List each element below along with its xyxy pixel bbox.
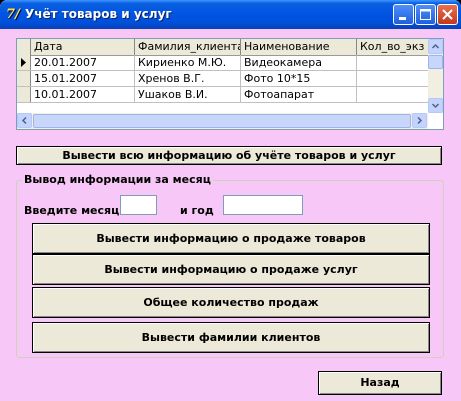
table-row[interactable]: 15.01.2007 Хренов В.Г. Фото 10*15 <box>17 71 428 87</box>
minimize-icon <box>399 17 406 20</box>
year-label: и год <box>180 204 214 217</box>
horizontal-scrollbar[interactable] <box>17 113 428 129</box>
row-indicator <box>17 55 31 70</box>
row-indicator <box>17 71 31 86</box>
scroll-down-button[interactable] <box>428 98 443 113</box>
maximize-button[interactable] <box>415 4 436 25</box>
back-button[interactable]: Назад <box>318 371 442 395</box>
window-title: Учёт товаров и услуг <box>25 7 172 21</box>
grid-header: Дата Фамилия_клиента Наименование Кол_во… <box>17 39 428 56</box>
table-row[interactable]: 20.01.2007 Кириенко М.Ю. Видеокамера <box>17 55 428 71</box>
month-label: Введите месяц <box>24 204 120 217</box>
cell-name[interactable]: Фотоапарат <box>241 87 357 102</box>
show-all-info-button[interactable]: Вывести всю информацию об учёте товаров … <box>16 146 442 165</box>
cell-quantity[interactable] <box>357 71 428 86</box>
cell-quantity[interactable] <box>357 55 428 70</box>
header-corner <box>17 39 31 55</box>
vertical-scrollbar[interactable] <box>428 39 443 113</box>
chevron-up-icon <box>431 43 440 49</box>
data-grid[interactable]: Дата Фамилия_клиента Наименование Кол_во… <box>16 38 444 130</box>
total-sales-button[interactable]: Общее количество продаж <box>32 287 430 318</box>
main-window: 7/ Учёт товаров и услуг Дата Фамилия_кли… <box>0 0 461 401</box>
scroll-right-button[interactable] <box>412 113 427 128</box>
month-group-legend: Вывод информации за месяц <box>22 173 213 186</box>
column-header-name[interactable]: Наименование <box>241 39 357 55</box>
scroll-left-button[interactable] <box>17 113 32 128</box>
cell-date[interactable]: 10.01.2007 <box>31 87 135 102</box>
client-names-button[interactable]: Вывести фамилии клиентов <box>32 322 430 353</box>
cell-date[interactable]: 20.01.2007 <box>31 55 135 70</box>
chevron-left-icon <box>21 116 27 125</box>
app-logo-icon: 7/ <box>6 7 20 22</box>
services-sales-button[interactable]: Вывести информацию о продаже услуг <box>32 254 430 285</box>
current-row-arrow-icon <box>21 58 26 67</box>
month-input[interactable] <box>120 195 157 215</box>
cell-name[interactable]: Фото 10*15 <box>241 71 357 86</box>
cell-quantity[interactable] <box>357 87 428 102</box>
maximize-icon <box>420 9 431 20</box>
cell-date[interactable]: 15.01.2007 <box>31 71 135 86</box>
close-button[interactable] <box>437 4 458 25</box>
title-bar[interactable]: 7/ Учёт товаров и услуг <box>0 0 461 29</box>
column-header-client[interactable]: Фамилия_клиента <box>135 39 241 55</box>
year-input[interactable] <box>223 195 303 215</box>
chevron-right-icon <box>417 116 423 125</box>
horizontal-scroll-thumb[interactable] <box>33 114 411 128</box>
close-icon <box>442 9 453 20</box>
scroll-up-button[interactable] <box>428 39 443 54</box>
cell-name[interactable]: Видеокамера <box>241 55 357 70</box>
row-indicator <box>17 87 31 102</box>
minimize-button[interactable] <box>393 4 414 25</box>
column-header-quantity[interactable]: Кол_во_экз <box>357 39 428 55</box>
column-header-date[interactable]: Дата <box>31 39 135 55</box>
cell-client[interactable]: Хренов В.Г. <box>135 71 241 86</box>
goods-sales-button[interactable]: Вывести информацию о продаже товаров <box>32 223 430 254</box>
cell-client[interactable]: Кириенко М.Ю. <box>135 55 241 70</box>
cell-client[interactable]: Ушаков В.И. <box>135 87 241 102</box>
vertical-scroll-thumb[interactable] <box>428 55 443 69</box>
chevron-down-icon <box>431 103 440 109</box>
table-row[interactable]: 10.01.2007 Ушаков В.И. Фотоапарат <box>17 87 428 103</box>
